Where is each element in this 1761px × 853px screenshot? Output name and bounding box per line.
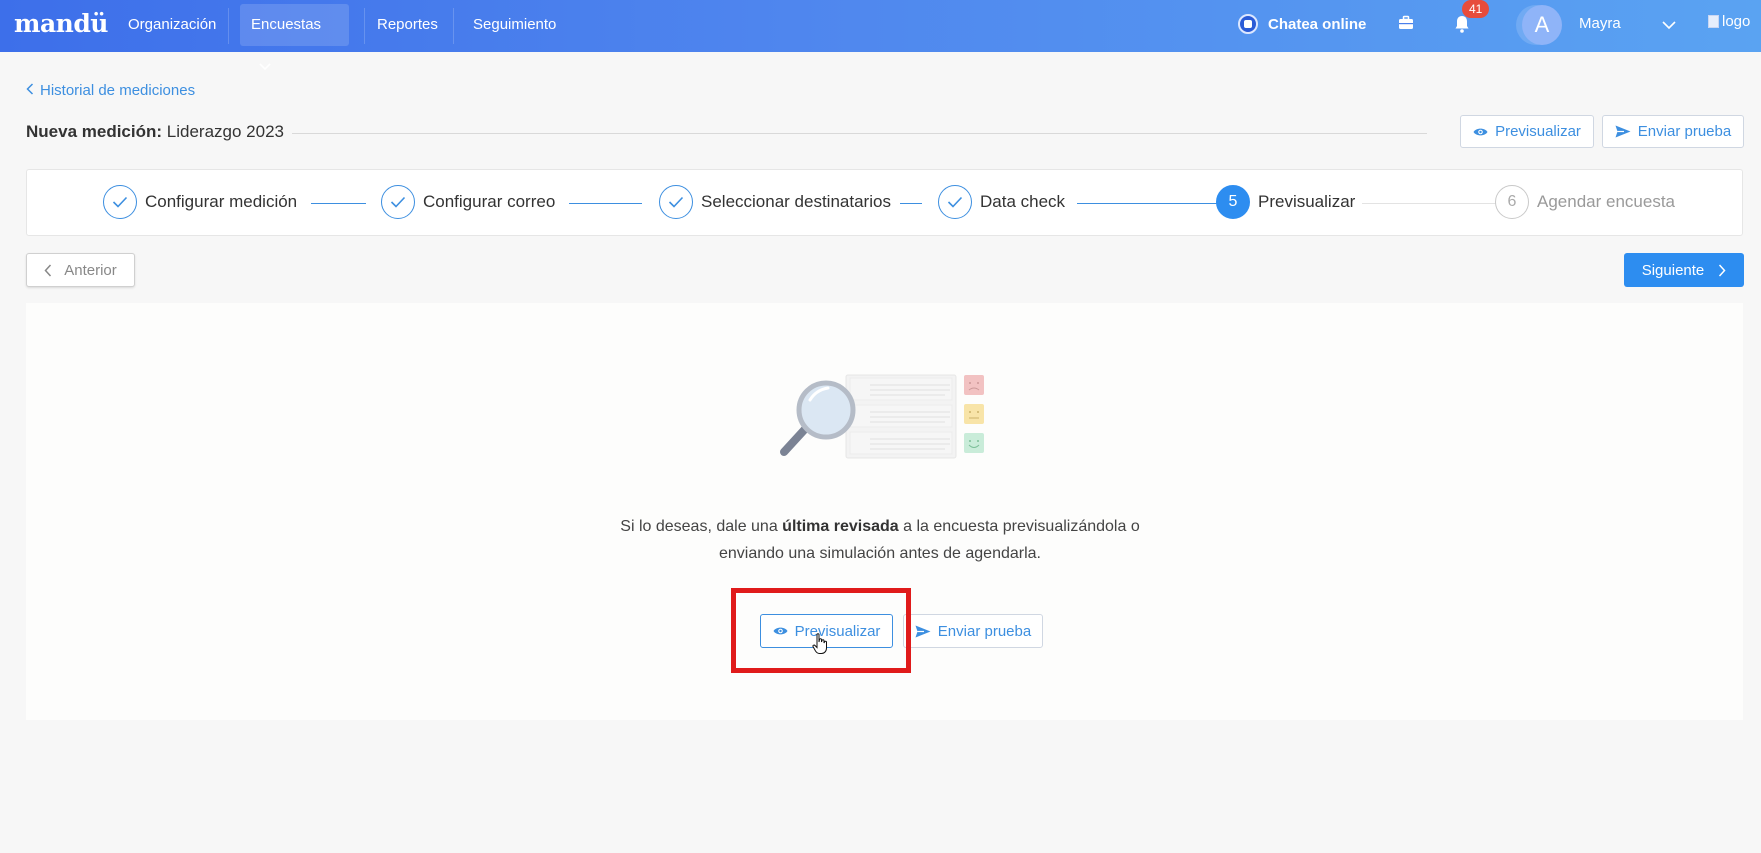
notification-badge: 41 [1462,0,1490,18]
header-preview-button[interactable]: Previsualizar [1460,115,1594,148]
previous-label: Anterior [64,261,117,279]
company-logo: logo [1708,13,1750,30]
progress-stepper: Configurar medición Configurar correo Se… [26,169,1743,236]
nav-encuestas[interactable]: Encuestas [240,4,349,71]
step-connector [311,203,366,204]
step-label: Configurar medición [145,192,298,211]
content-send-test-button[interactable]: Enviar prueba [903,614,1043,648]
check-icon [938,185,972,219]
step-label: Configurar correo [423,192,556,211]
send-test-label: Enviar prueba [1637,123,1732,140]
step-configurar-correo[interactable]: Configurar correo [381,185,555,219]
previous-button[interactable]: Anterior [26,253,135,287]
chevron-right-icon [1718,263,1726,277]
nav-label: Organización [128,16,217,33]
nav-label: Reportes [377,16,438,33]
hand-pointer-icon [812,633,828,660]
step-number: 6 [1495,185,1529,219]
brand-logo[interactable]: mandü [14,9,108,38]
step-connector [1077,203,1227,204]
chevron-down-icon [259,46,271,88]
nav-divider [228,8,229,44]
next-label: Siguiente [1641,261,1705,279]
message-text: Si lo deseas, dale una [620,518,783,535]
check-icon [381,185,415,219]
chat-icon [1238,14,1258,34]
title-prefix: Nueva medición: [26,122,163,141]
chevron-left-icon [44,263,52,277]
username[interactable]: Mayra [1579,15,1621,32]
review-message: Si lo deseas, dale una última revisada a… [560,513,1200,567]
page-title: Nueva medición: Liderazgo 2023 [26,122,284,142]
broken-image-icon [1708,15,1719,28]
step-connector [1362,203,1502,204]
avatar[interactable]: A [1522,5,1562,45]
briefcase-icon[interactable] [1397,14,1415,37]
nav-label: Encuestas [251,16,322,33]
highlight-box [731,588,911,673]
nav-label: Seguimiento [473,16,557,33]
next-button[interactable]: Siguiente [1624,253,1744,287]
message-text: enviando una simulación antes de agendar… [718,545,1041,562]
back-to-history-link[interactable]: Historial de mediciones [26,82,195,99]
check-icon [659,185,693,219]
nav-divider [453,8,454,44]
step-previsualizar[interactable]: 5 Previsualizar [1216,185,1355,219]
step-agendar-encuesta[interactable]: 6 Agendar encuesta [1495,185,1675,219]
send-icon [1615,125,1631,138]
logo-alt-text: logo [1722,13,1751,30]
nav-divider [364,8,365,44]
title-divider [292,133,1427,134]
chevron-left-icon [26,82,34,99]
send-test-label: Enviar prueba [937,622,1032,640]
title-value: Liderazgo 2023 [162,122,284,141]
step-label: Seleccionar destinatarios [701,192,891,211]
chat-online-button[interactable]: Chatea online [1238,0,1366,48]
preview-label: Previsualizar [1495,123,1581,140]
header-send-test-button[interactable]: Enviar prueba [1602,115,1744,148]
chevron-down-icon[interactable] [1662,17,1676,35]
step-label: Agendar encuesta [1537,192,1675,211]
message-bold: última revisada [782,518,899,535]
step-label: Previsualizar [1258,192,1356,211]
nav-seguimiento[interactable]: Seguimiento [462,4,567,46]
survey-review-illustration [780,372,990,482]
message-text: a la encuesta previsualizándola o [898,518,1140,535]
nav-organizacion[interactable]: Organización [117,4,227,46]
back-link-label: Historial de mediciones [40,82,196,99]
chat-label: Chatea online [1268,15,1367,33]
send-icon [915,625,931,638]
eye-icon [1473,127,1488,137]
step-configurar-medicion[interactable]: Configurar medición [103,185,297,219]
step-connector [569,203,642,204]
step-connector [900,203,922,204]
step-seleccionar-destinatarios[interactable]: Seleccionar destinatarios [659,185,891,219]
check-icon [103,185,137,219]
step-number: 5 [1216,185,1250,219]
top-navbar: mandü Organización Encuestas Reportes Se… [0,0,1761,71]
step-label: Data check [980,192,1066,211]
step-data-check[interactable]: Data check [938,185,1065,219]
nav-reportes[interactable]: Reportes [366,4,449,46]
